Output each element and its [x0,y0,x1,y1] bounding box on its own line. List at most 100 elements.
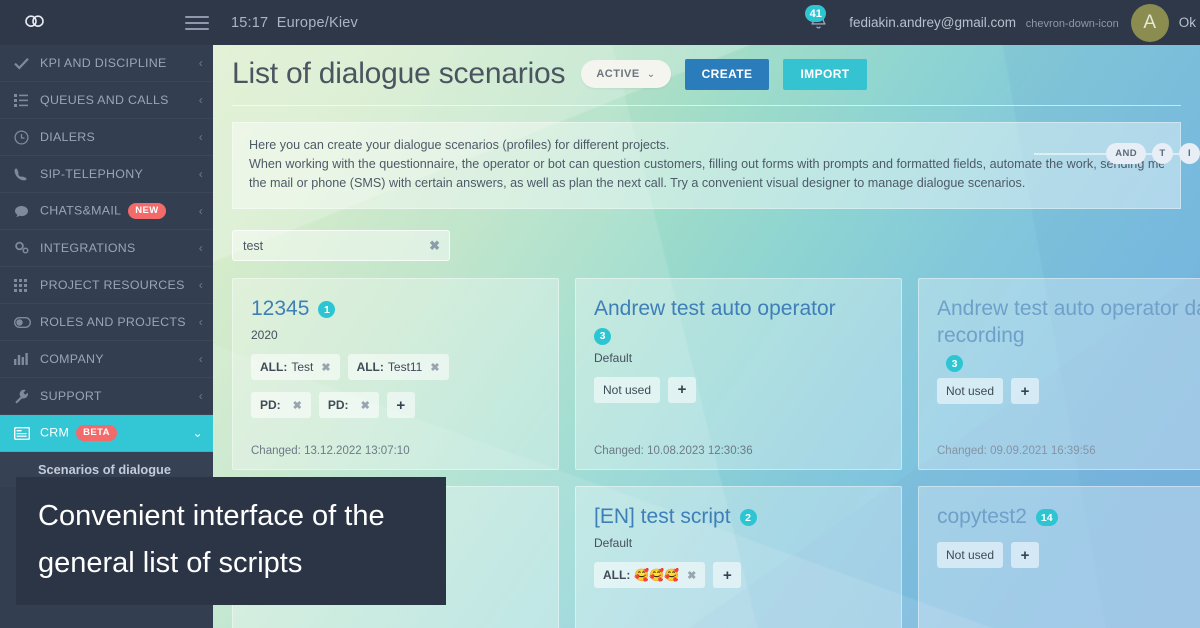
card-changed-label: Changed: 09.09.2021 16:39:56 [937,445,1096,457]
close-icon[interactable]: ✖ [429,238,440,254]
condition-chain: AND T I [1034,143,1200,164]
card-subtitle: Default [594,536,633,550]
card-chip[interactable]: PD: ✖ [318,392,379,418]
card-title-row: Andrew test auto operator [594,295,883,322]
sidebar-item-label: PROJECT RESOURCES [40,278,185,292]
search-box[interactable]: ✖ [232,230,450,261]
search-row: ✖ [232,230,1200,261]
status-filter-label: ACTIVE [596,68,640,80]
add-chip-button[interactable]: + [386,392,415,418]
phone-icon [14,167,40,181]
card-icon [14,426,40,440]
gears-icon [14,241,40,255]
chevron-left-icon: ‹ [198,167,203,181]
current-time: 15:17 [231,14,269,31]
add-chip-button[interactable]: + [1011,542,1040,568]
sidebar-item-support[interactable]: SUPPORT ‹ [0,378,213,415]
sidebar-item-company[interactable]: COMPANY ‹ [0,341,213,378]
sidebar-item-crm[interactable]: CRM BETA ⌄ [0,415,213,452]
avatar[interactable]: A [1130,3,1169,42]
sidebar-item-label: COMPANY [40,352,104,366]
page-title: List of dialogue scenarios [232,57,566,90]
list-icon [14,93,40,107]
card-chip[interactable]: ALL: 🥰🥰🥰 ✖ [594,562,706,588]
chain-node-i[interactable]: I [1179,143,1200,164]
close-icon[interactable]: ✖ [430,361,439,374]
notifications-button[interactable]: 41 [801,0,835,45]
info-line-1: Here you can create your dialogue scenar… [249,138,670,152]
card-chip[interactable]: ALL: Test ✖ [251,354,340,380]
close-icon[interactable]: ✖ [293,399,302,412]
chevron-left-icon: ‹ [198,241,203,255]
sidebar-item-chats-and-mail[interactable]: CHATS&MAIL NEW ‹ [0,193,213,230]
app-root: 15:17 Europe/Kiev 41 fediakin.andrey@gma… [0,0,1200,628]
page-header: List of dialogue scenarios ACTIVE ⌄ CREA… [213,45,1200,91]
card-chip-row: ALL: 🥰🥰🥰 ✖ + [594,562,883,588]
card-subtitle: 2020 [251,328,278,342]
status-filter-dropdown[interactable]: ACTIVE ⌄ [581,60,671,88]
new-badge: NEW [128,203,166,219]
card-subtitle: Default [594,350,633,365]
ok-label: Ok [1178,15,1196,30]
sidebar-item-label: SUPPORT [40,389,102,403]
sidebar-item-label: CHATS&MAIL NEW [40,203,193,219]
add-chip-button[interactable]: + [713,562,742,588]
chat-bubble-icon [14,205,40,218]
sidebar-item-project-resources[interactable]: PROJECT RESOURCES ‹ [0,267,213,304]
card-count-badge: 3 [594,327,611,345]
search-input[interactable] [243,238,421,253]
header-divider [232,105,1181,106]
create-button[interactable]: CREATE [684,58,770,90]
close-icon[interactable]: ✖ [361,399,370,412]
sidebar-item-kpi-and-discipline[interactable]: KPI AND DISCIPLINE ‹ [0,45,213,82]
info-line-3: the mail or phone (SMS) with certain ans… [249,176,1026,190]
card-chip-row: Not used + [937,378,1200,404]
card-chip[interactable]: Not used [937,542,1004,568]
scenario-card[interactable]: Andrew test auto operator 3 Default Not … [575,278,902,470]
card-count-badge: 1 [318,301,336,318]
check-icon [14,57,40,70]
chevron-left-icon: ‹ [198,389,203,403]
cloud-logo-icon [22,13,48,33]
scenario-card[interactable]: [EN] test script 2 Default ALL:🥰🥰🥰✖ + Ch… [575,486,902,628]
sidebar-item-dialers[interactable]: DIALERS ‹ [0,119,213,156]
chevron-down-icon: chevron-down-icon [1025,18,1119,30]
info-panel: Here you can create your dialogue scenar… [232,122,1181,209]
add-chip-button[interactable]: + [668,376,697,403]
sidebar-item-label: KPI AND DISCIPLINE [40,56,167,70]
card-chip-row: Not used + [937,542,1200,568]
scenario-card[interactable]: Andrew test auto operator data recording… [918,278,1200,470]
import-button[interactable]: IMPORT [783,58,867,90]
sidebar-item-label: SIP-TELEPHONY [40,167,144,181]
beta-badge: BETA [76,425,117,441]
card-badge-wrap: 3 [594,326,883,345]
card-title: Andrew test auto operator [594,297,836,320]
sidebar-item-queues-and-calls[interactable]: QUEUES AND CALLS ‹ [0,82,213,119]
close-icon[interactable]: ✖ [321,361,330,374]
chain-node-and[interactable]: AND [1106,143,1146,164]
sidebar-item-integrations[interactable]: INTEGRATIONS ‹ [0,230,213,267]
chevron-left-icon: ‹ [198,93,203,107]
chevron-left-icon: ‹ [198,278,203,292]
user-menu[interactable]: fediakin.andrey@gmail.com chevron-down-i… [849,15,1118,30]
add-chip-button[interactable]: + [1011,378,1040,404]
sidebar-item-sip-telephony[interactable]: SIP-TELEPHONY ‹ [0,156,213,193]
app-logo[interactable] [0,13,70,33]
timezone-label: Europe/Kiev [276,14,358,31]
clock-timezone: 15:17 Europe/Kiev [231,15,358,31]
card-chip-row: PD: ✖ PD: ✖ + [251,392,540,418]
top-bar-right: 41 fediakin.andrey@gmail.com chevron-dow… [801,0,1200,45]
wrench-icon [14,389,40,404]
sidebar-item-roles-and-projects[interactable]: ROLES AND PROJECTS ‹ [0,304,213,341]
hamburger-menu-icon[interactable] [185,15,209,30]
card-changed-label: Changed: 10.08.2023 12:30:36 [594,445,753,457]
scenario-card[interactable]: 12345 1 2020 ALL: Test ✖ ALL: Test11 ✖ PD: ✖ … [232,278,559,470]
card-chip[interactable]: Not used [937,378,1004,404]
card-chip[interactable]: PD: ✖ [251,392,311,418]
card-chip[interactable]: ALL: Test11 ✖ [347,354,449,380]
chain-node-t[interactable]: T [1152,143,1173,164]
card-chip[interactable]: Not used [594,376,661,403]
close-icon[interactable]: ✖ [687,569,696,582]
scenario-card[interactable]: copytest2 14 Not used + Changed: 21.06.2… [918,486,1200,628]
chevron-left-icon: ‹ [198,130,203,144]
